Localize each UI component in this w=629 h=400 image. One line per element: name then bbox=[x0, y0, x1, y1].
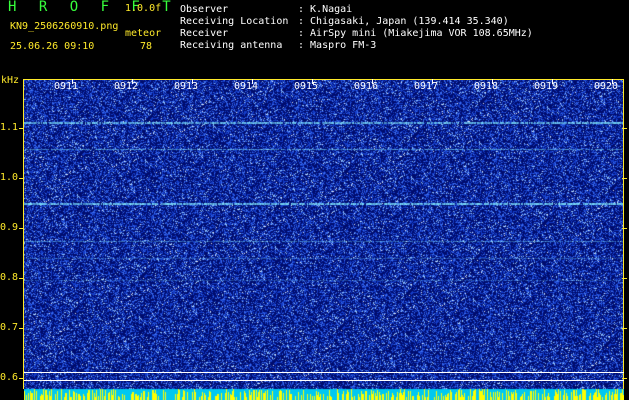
info-receiver: Receiver : AirSpy mini (Miakejima VOR 108… bbox=[180, 28, 533, 40]
time-tick bbox=[612, 79, 613, 84]
time-tick-label: 0914 bbox=[234, 81, 259, 92]
frequency-tick-label: 0.9 bbox=[0, 222, 19, 233]
frequency-tick bbox=[19, 128, 24, 129]
info-observer: Observer : K.Nagai bbox=[180, 4, 352, 16]
time-tick-label: 0917 bbox=[414, 81, 439, 92]
frequency-tick bbox=[19, 378, 24, 379]
time-tick bbox=[312, 79, 313, 84]
frequency-tick bbox=[19, 228, 24, 229]
time-tick bbox=[432, 79, 433, 84]
time-tick-label: 0912 bbox=[114, 81, 139, 92]
frequency-axis-line bbox=[23, 79, 24, 389]
frequency-tick bbox=[19, 328, 24, 329]
frequency-tick-right bbox=[622, 128, 627, 129]
info-antenna: Receiving antenna : Maspro FM-3 bbox=[180, 40, 376, 52]
frequency-tick-right bbox=[622, 378, 627, 379]
info-label: Receiver bbox=[180, 28, 229, 39]
frequency-tick-right bbox=[622, 328, 627, 329]
time-tick-label: 0911 bbox=[54, 81, 79, 92]
info-label: Receiving Location bbox=[180, 16, 289, 27]
station-label: meteor bbox=[125, 28, 162, 39]
frequency-tick-label: 0.8 bbox=[0, 272, 19, 283]
time-tick bbox=[132, 79, 133, 84]
time-tick-label: 0913 bbox=[174, 81, 199, 92]
reference-line bbox=[24, 380, 624, 381]
info-value: : Maspro FM-3 bbox=[298, 40, 377, 51]
frequency-tick-right bbox=[622, 178, 627, 179]
frequency-tick-label: 1.0 bbox=[0, 172, 19, 183]
frequency-tick-label: 0.6 bbox=[0, 372, 19, 383]
time-tick-label: 0920 bbox=[594, 81, 619, 92]
info-value: : Chigasaki, Japan (139.414 35.340) bbox=[298, 16, 509, 27]
filename-label: KN9_2506260910.png bbox=[10, 21, 119, 32]
time-tick bbox=[252, 79, 253, 84]
frequency-tick-label: 1.1 bbox=[0, 122, 19, 133]
info-value: : AirSpy mini (Miakejima VOR 108.65MHz) bbox=[298, 28, 533, 39]
time-tick bbox=[192, 79, 193, 84]
frequency-tick bbox=[19, 178, 24, 179]
time-tick-label: 0918 bbox=[474, 81, 499, 92]
time-tick-label: 0919 bbox=[534, 81, 559, 92]
time-tick-label: 0916 bbox=[354, 81, 379, 92]
time-tick-label: 0915 bbox=[294, 81, 319, 92]
time-tick bbox=[372, 79, 373, 84]
info-label: Observer bbox=[180, 4, 229, 15]
info-location: Receiving Location : Chigasaki, Japan (13… bbox=[180, 16, 509, 28]
timestamp-label: 25.06.26 09:10 bbox=[10, 41, 95, 52]
spectrogram-noise bbox=[24, 79, 624, 400]
info-value: : K.Nagai bbox=[298, 4, 353, 15]
reference-line bbox=[24, 372, 624, 373]
frequency-tick-right bbox=[622, 228, 627, 229]
frequency-tick-label: 0.7 bbox=[0, 322, 19, 333]
time-tick bbox=[492, 79, 493, 84]
frequency-unit-label: kHz bbox=[1, 75, 20, 86]
spectrogram-plot bbox=[24, 79, 624, 400]
frequency-tick-right bbox=[622, 278, 627, 279]
info-label: Receiving antenna bbox=[180, 40, 283, 51]
time-tick bbox=[72, 79, 73, 84]
frequency-tick bbox=[19, 278, 24, 279]
time-tick bbox=[552, 79, 553, 84]
version-label: 1.0.0f bbox=[125, 3, 162, 14]
count-label: 78 bbox=[140, 41, 153, 52]
